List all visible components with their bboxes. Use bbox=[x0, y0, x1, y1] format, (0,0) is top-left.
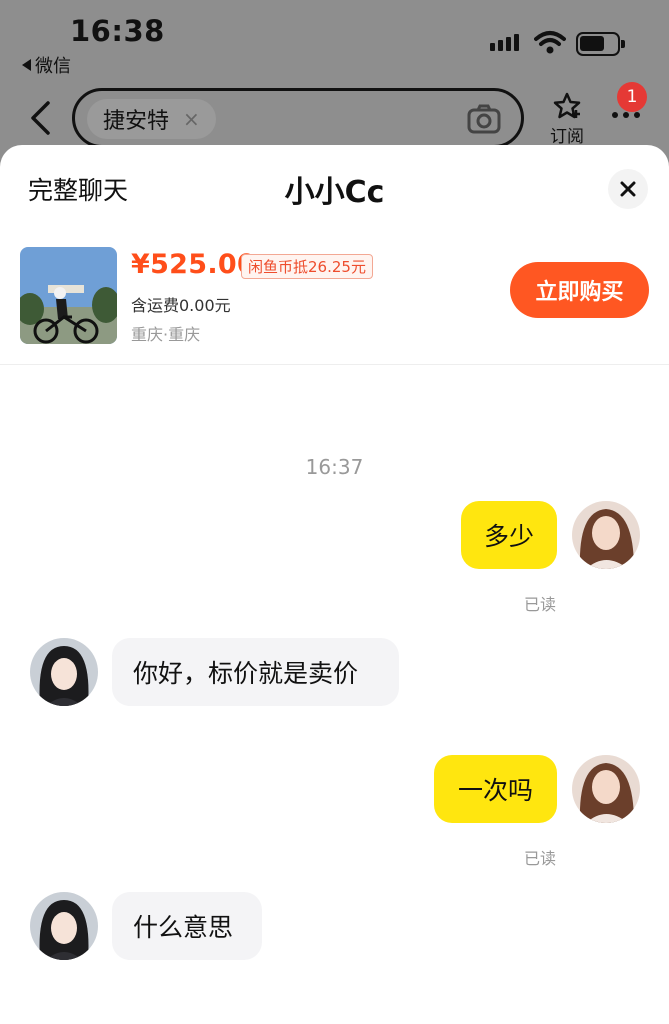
back-triangle-icon bbox=[22, 59, 31, 71]
subscribe-button[interactable]: 订阅 bbox=[544, 92, 590, 147]
back-app-label: 微信 bbox=[35, 56, 71, 77]
my-avatar[interactable] bbox=[572, 755, 640, 823]
cellular-signal-icon bbox=[490, 34, 519, 51]
coin-discount-tag: 闲鱼币抵26.25元 bbox=[241, 254, 373, 279]
message-text: 什么意思 bbox=[133, 913, 234, 942]
product-thumbnail[interactable] bbox=[20, 247, 117, 344]
sheet-header: 完整聊天 小小Cc bbox=[0, 145, 669, 229]
product-price: ¥525.00 bbox=[131, 249, 257, 280]
message-text: 一次吗 bbox=[457, 776, 533, 805]
product-location: 重庆·重庆 bbox=[131, 325, 201, 344]
contact-avatar[interactable] bbox=[30, 638, 98, 706]
subscribe-label: 订阅 bbox=[550, 127, 584, 147]
my-avatar[interactable] bbox=[572, 501, 640, 569]
chat-title: 小小Cc bbox=[284, 175, 385, 210]
close-button[interactable] bbox=[608, 169, 648, 209]
close-icon bbox=[620, 181, 636, 197]
contact-message-bubble[interactable]: 什么意思 bbox=[112, 892, 262, 960]
buy-now-button[interactable]: 立即购买 bbox=[510, 262, 649, 318]
my-message-bubble[interactable]: 一次吗 bbox=[434, 755, 557, 823]
subscribe-star-icon bbox=[553, 92, 581, 119]
shipping-fee: 含运费0.00元 bbox=[131, 296, 231, 315]
message-text: 你好，标价就是卖价 bbox=[133, 659, 359, 688]
message-text: 多少 bbox=[483, 522, 534, 551]
product-card[interactable]: ¥525.00 闲鱼币抵26.25元 含运费0.00元 重庆·重庆 立即购买 bbox=[0, 229, 669, 365]
read-status: 已读 bbox=[524, 849, 557, 868]
message-timestamp: 16:37 bbox=[305, 455, 364, 479]
status-time: 16:38 bbox=[70, 14, 165, 48]
search-chip-label: 捷安特 bbox=[103, 109, 170, 134]
search-query-chip[interactable]: 捷安特 × bbox=[87, 99, 216, 139]
notification-badge: 1 bbox=[617, 82, 647, 112]
search-box[interactable]: 捷安特 × bbox=[72, 88, 524, 148]
clear-chip-icon[interactable]: × bbox=[183, 107, 200, 131]
message-list[interactable]: 16:37 多少 已读 你好，标价就是卖价 一次吗 已读 什么意思 bbox=[0, 365, 669, 1024]
chat-sheet: 完整聊天 小小Cc ¥525.00 闲鱼币抵26.25元 含运费0.00元 重庆… bbox=[0, 145, 669, 1024]
read-status: 已读 bbox=[524, 595, 557, 614]
battery-icon bbox=[576, 32, 625, 56]
camera-icon[interactable] bbox=[467, 104, 501, 134]
contact-message-bubble[interactable]: 你好，标价就是卖价 bbox=[112, 638, 399, 706]
contact-avatar[interactable] bbox=[30, 892, 98, 960]
my-message-bubble[interactable]: 多少 bbox=[461, 501, 557, 569]
back-arrow-icon[interactable] bbox=[28, 100, 52, 136]
wifi-icon bbox=[534, 31, 566, 54]
more-options-icon[interactable] bbox=[612, 112, 640, 118]
back-to-app-link[interactable]: 微信 bbox=[22, 52, 71, 78]
